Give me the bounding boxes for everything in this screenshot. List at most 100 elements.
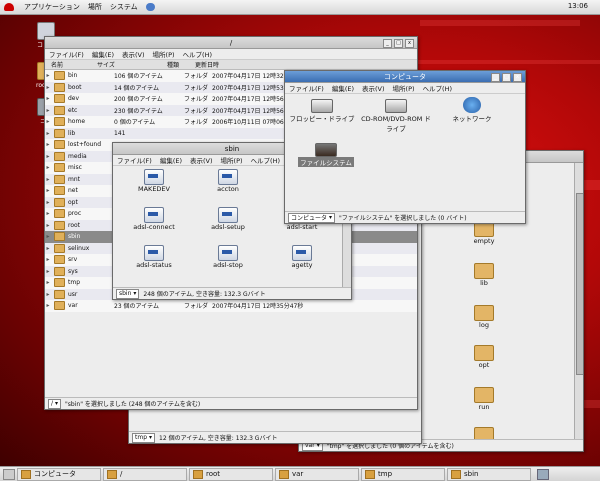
menu-help[interactable]: ヘルプ(H) — [423, 83, 452, 93]
expander-triangle-icon[interactable]: ▸ — [45, 95, 51, 102]
folder-icon — [54, 117, 65, 127]
executable-item[interactable]: MAKEDEV — [119, 169, 189, 193]
folder-icon — [54, 243, 65, 253]
workspace-switcher[interactable] — [537, 468, 549, 480]
minimize-icon[interactable]: _ — [383, 39, 392, 48]
menu-system[interactable]: システム — [110, 2, 138, 12]
expander-triangle-icon[interactable]: ▸ — [45, 222, 51, 229]
expander-triangle-icon[interactable]: ▸ — [45, 107, 51, 114]
executable-item[interactable]: adsl-setup — [193, 207, 263, 231]
menu-help[interactable]: ヘルプ(H) — [251, 155, 280, 165]
column-type[interactable]: 種類 — [167, 60, 195, 69]
executable-item[interactable]: accton — [193, 169, 263, 193]
cell-type: フォルダ — [184, 107, 209, 115]
cell-size: 23 個のアイテム — [114, 303, 159, 311]
taskbar-item-var[interactable]: var — [275, 467, 359, 481]
folder-item[interactable]: log — [449, 305, 519, 329]
folder-item[interactable]: run — [449, 387, 519, 411]
expander-triangle-icon[interactable]: ▸ — [45, 118, 51, 125]
menu-edit[interactable]: 編集(E) — [332, 83, 354, 93]
cell-name: var — [68, 302, 78, 310]
menu-edit[interactable]: 編集(E) — [92, 49, 114, 59]
cdrom-drive-item[interactable]: CD-ROM/DVD-ROM ドライブ — [361, 99, 431, 133]
redhat-icon[interactable] — [4, 3, 14, 11]
expander-triangle-icon[interactable]: ▸ — [45, 164, 51, 171]
scrollbar[interactable] — [574, 163, 583, 439]
menu-file[interactable]: ファイル(F) — [49, 49, 84, 59]
folder-item[interactable]: opt — [449, 345, 519, 369]
folder-item[interactable]: empty — [449, 221, 519, 245]
expander-triangle-icon[interactable]: ▸ — [45, 187, 51, 194]
menu-places[interactable]: 場所(P) — [221, 155, 243, 165]
status-text: 12 個のアイテム, 空き容量: 132.3 Gバイト — [159, 435, 278, 442]
expander-triangle-icon[interactable]: ▸ — [45, 245, 51, 252]
filesystem-item-selected[interactable]: ファイルシステム — [291, 143, 361, 167]
menu-file[interactable]: ファイル(F) — [117, 155, 152, 165]
close-icon[interactable]: x — [513, 73, 522, 82]
executable-item[interactable]: adsl-connect — [119, 207, 189, 231]
menu-places[interactable]: 場所(P) — [393, 83, 415, 93]
titlebar[interactable]: コンピュータ _ □ x — [285, 71, 525, 83]
executable-icon — [218, 169, 238, 185]
menu-file[interactable]: ファイル(F) — [289, 83, 324, 93]
cell-name: proc — [68, 210, 82, 218]
network-item[interactable]: ネットワーク — [437, 97, 507, 123]
expander-triangle-icon[interactable]: ▸ — [45, 72, 51, 79]
chevron-down-icon: ▾ — [329, 214, 333, 221]
expander-triangle-icon[interactable]: ▸ — [45, 291, 51, 298]
location-button[interactable]: tmp ▾ — [132, 432, 156, 443]
executable-icon — [218, 207, 238, 223]
expander-triangle-icon[interactable]: ▸ — [45, 176, 51, 183]
menu-view[interactable]: 表示(V) — [190, 155, 213, 165]
maximize-icon[interactable]: □ — [502, 73, 511, 82]
column-date[interactable]: 更新日時 — [195, 60, 265, 69]
table-row[interactable]: ▸ var 23 個のアイテム フォルダ 2007年04月17日 12時35分47秒 — [45, 300, 417, 312]
menu-view[interactable]: 表示(V) — [362, 83, 385, 93]
expander-triangle-icon[interactable]: ▸ — [45, 210, 51, 217]
titlebar[interactable]: / _ □ x — [45, 37, 417, 49]
expander-triangle-icon[interactable]: ▸ — [45, 141, 51, 148]
location-button[interactable]: / ▾ — [48, 398, 62, 409]
expander-triangle-icon[interactable]: ▸ — [45, 279, 51, 286]
show-desktop-icon[interactable] — [3, 468, 15, 480]
menu-applications[interactable]: アプリケーション — [24, 2, 80, 12]
clock[interactable]: 13:06 — [568, 2, 588, 10]
expander-triangle-icon[interactable]: ▸ — [45, 199, 51, 206]
menu-view[interactable]: 表示(V) — [122, 49, 145, 59]
column-name[interactable]: 名前 — [51, 60, 97, 69]
expander-triangle-icon[interactable]: ▸ — [45, 268, 51, 275]
expander-triangle-icon[interactable]: ▸ — [45, 233, 51, 240]
floppy-drive-icon — [311, 99, 333, 113]
menu-places[interactable]: 場所(P) — [153, 49, 175, 59]
executable-item[interactable]: adsl-stop — [193, 245, 263, 269]
taskbar-item-root[interactable]: root — [189, 467, 273, 481]
cell-name: misc — [68, 164, 82, 172]
expander-triangle-icon[interactable]: ▸ — [45, 84, 51, 91]
menu-edit[interactable]: 編集(E) — [160, 155, 182, 165]
maximize-icon[interactable]: □ — [394, 39, 403, 48]
item-label: MAKEDEV — [138, 185, 170, 193]
folder-item[interactable]: lib — [449, 263, 519, 287]
expander-triangle-icon[interactable]: ▸ — [45, 153, 51, 160]
menu-places[interactable]: 場所 — [88, 2, 102, 12]
taskbar-item-root-dir[interactable]: / — [103, 467, 187, 481]
location-button[interactable]: sbin ▾ — [116, 288, 140, 299]
column-size[interactable]: サイズ — [97, 60, 167, 69]
minimize-icon[interactable]: _ — [491, 73, 500, 82]
location-button[interactable]: コンピュータ ▾ — [288, 212, 336, 223]
browser-icon[interactable] — [145, 3, 155, 11]
taskbar-item-sbin[interactable]: sbin — [447, 467, 531, 481]
taskbar-item-computer[interactable]: コンピュータ — [17, 467, 101, 481]
executable-item[interactable]: agetty — [267, 245, 337, 269]
expander-triangle-icon[interactable]: ▸ — [45, 256, 51, 263]
taskbar-item-tmp[interactable]: tmp — [361, 467, 445, 481]
close-icon[interactable]: x — [405, 39, 414, 48]
bottom-panel: コンピュータ / root var tmp sbin — [0, 466, 600, 481]
menu-help[interactable]: ヘルプ(H) — [183, 49, 212, 59]
cell-name: selinux — [68, 244, 90, 252]
expander-triangle-icon[interactable]: ▸ — [45, 302, 51, 309]
scrollbar-thumb[interactable] — [576, 193, 583, 375]
floppy-drive-item[interactable]: フロッピー・ドライブ — [287, 99, 357, 123]
expander-triangle-icon[interactable]: ▸ — [45, 130, 51, 137]
executable-item[interactable]: adsl-status — [119, 245, 189, 269]
